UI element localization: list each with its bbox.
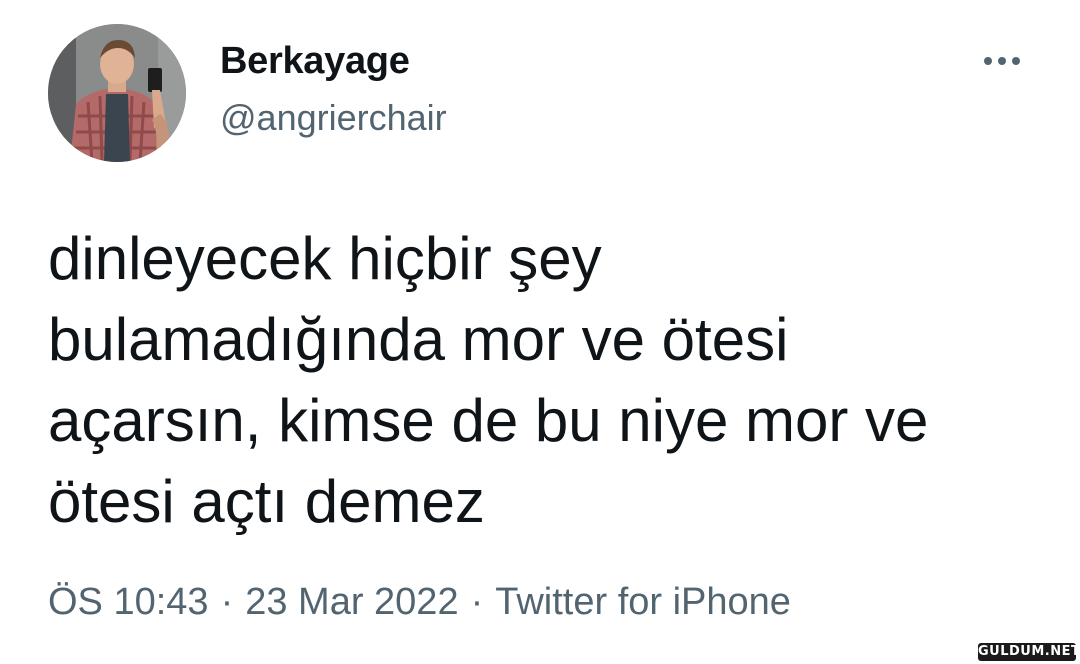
watermark: GULDUM.NET bbox=[978, 643, 1080, 661]
meta-separator: · bbox=[470, 581, 484, 623]
tweet-text-line: dinleyecek hiçbir şey bbox=[48, 225, 602, 292]
tweet-source-link[interactable]: Twitter for iPhone bbox=[495, 581, 791, 623]
tweet-date[interactable]: 23 Mar 2022 bbox=[245, 581, 458, 623]
tweet-text: dinleyecek hiçbir şey bulamadığında mor … bbox=[48, 218, 1048, 542]
avatar[interactable] bbox=[48, 24, 186, 162]
more-options-button[interactable] bbox=[978, 46, 1034, 76]
tweet-text-line: bulamadığında mor ve ötesi bbox=[48, 306, 789, 373]
meta-separator: · bbox=[220, 581, 234, 623]
author-display-name[interactable]: Berkayage bbox=[220, 38, 410, 84]
avatar-photo bbox=[48, 24, 186, 162]
more-horizontal-icon bbox=[984, 57, 1020, 65]
tweet-meta: ÖS 10:43 · 23 Mar 2022 · Twitter for iPhone bbox=[48, 578, 791, 626]
tweet-time[interactable]: ÖS 10:43 bbox=[48, 581, 209, 623]
tweet-card: Berkayage @angrierchair dinleyecek hiçbi… bbox=[0, 0, 1080, 664]
tweet-text-line: açarsın, kimse de bu niye mor ve bbox=[48, 387, 929, 454]
author-handle[interactable]: @angrierchair bbox=[220, 96, 447, 140]
tweet-text-line: ötesi açtı demez bbox=[48, 468, 485, 535]
